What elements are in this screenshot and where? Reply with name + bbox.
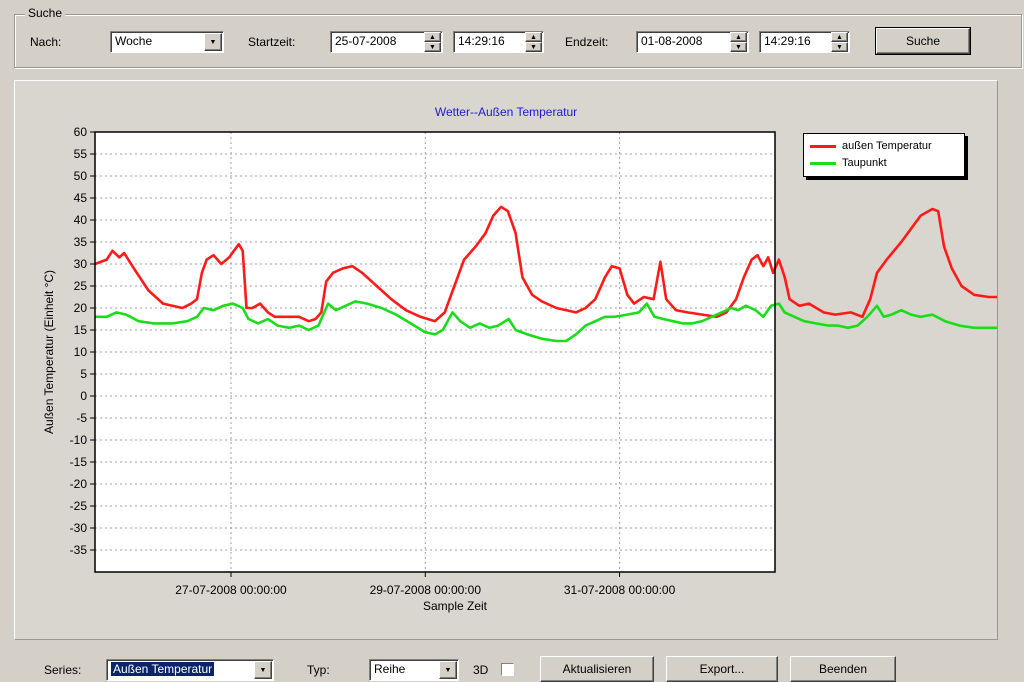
x-tick-label: 29-07-2008 00:00:00 bbox=[370, 583, 482, 597]
startzeit-label: Startzeit: bbox=[248, 35, 296, 49]
legend-swatch-green bbox=[810, 161, 836, 165]
chart-legend: außen Temperatur Taupunkt bbox=[803, 133, 965, 177]
y-tick-label: 10 bbox=[74, 345, 88, 359]
end-time-up-icon[interactable]: ▲ bbox=[831, 32, 848, 42]
3d-label: 3D bbox=[473, 663, 489, 677]
y-tick-label: -35 bbox=[70, 543, 88, 557]
y-tick-label: 60 bbox=[74, 125, 88, 139]
series-chevron-down-icon[interactable]: ▼ bbox=[254, 661, 272, 679]
y-tick-label: -20 bbox=[70, 477, 88, 491]
y-axis-label: Außen Temperatur (Einheit °C) bbox=[42, 270, 56, 434]
end-date-up-icon[interactable]: ▲ bbox=[730, 32, 747, 42]
legend-label-green: Taupunkt bbox=[842, 157, 887, 169]
nach-select-value: Woche bbox=[115, 34, 153, 48]
y-tick-label: 25 bbox=[74, 279, 88, 293]
series-label: Series: bbox=[44, 663, 82, 677]
y-tick-label: -15 bbox=[70, 455, 88, 469]
y-tick-label: 50 bbox=[74, 169, 88, 183]
export-button[interactable]: Export... bbox=[666, 656, 778, 682]
series-select[interactable]: Außen Temperatur bbox=[106, 659, 274, 681]
end-date-value: 01-08-2008 bbox=[641, 34, 703, 48]
series-select-value: Außen Temperatur bbox=[111, 662, 215, 676]
legend-item-green: Taupunkt bbox=[810, 156, 887, 170]
y-tick-label: -10 bbox=[70, 433, 88, 447]
y-tick-label: 20 bbox=[74, 301, 88, 315]
search-group-label: Suche bbox=[25, 6, 66, 20]
typ-select-value: Reihe bbox=[374, 662, 406, 676]
x-tick-label: 27-07-2008 00:00:00 bbox=[175, 583, 287, 597]
end-date-down-icon[interactable]: ▼ bbox=[730, 42, 747, 52]
y-tick-label: -5 bbox=[76, 411, 87, 425]
3d-checkbox[interactable] bbox=[501, 663, 514, 676]
y-tick-label: -30 bbox=[70, 521, 88, 535]
start-date-up-icon[interactable]: ▲ bbox=[424, 32, 441, 42]
search-button-label: Suche bbox=[905, 34, 941, 48]
x-axis-label: Sample Zeit bbox=[423, 599, 488, 613]
y-tick-label: 35 bbox=[74, 235, 88, 249]
quit-button-label: Beenden bbox=[818, 662, 868, 676]
start-time-up-icon[interactable]: ▲ bbox=[525, 32, 542, 42]
legend-swatch-red bbox=[810, 144, 836, 148]
endzeit-label: Endzeit: bbox=[565, 35, 609, 49]
y-tick-label: 45 bbox=[74, 191, 88, 205]
typ-label: Typ: bbox=[307, 663, 330, 677]
y-tick-label: 5 bbox=[80, 367, 87, 381]
typ-chevron-down-icon[interactable]: ▼ bbox=[439, 661, 457, 679]
start-date-value: 25-07-2008 bbox=[335, 34, 397, 48]
end-time-value: 14:29:16 bbox=[764, 34, 811, 48]
nach-label: Nach: bbox=[30, 35, 62, 49]
y-tick-label: 55 bbox=[74, 147, 88, 161]
y-tick-label: -25 bbox=[70, 499, 88, 513]
y-tick-label: 0 bbox=[80, 389, 87, 403]
legend-label-red: außen Temperatur bbox=[842, 140, 932, 152]
update-button[interactable]: Aktualisieren bbox=[540, 656, 654, 682]
update-button-label: Aktualisieren bbox=[562, 662, 632, 676]
legend-item-red: außen Temperatur bbox=[810, 139, 932, 153]
start-time-down-icon[interactable]: ▼ bbox=[525, 42, 542, 52]
x-tick-label: 31-07-2008 00:00:00 bbox=[564, 583, 676, 597]
export-button-label: Export... bbox=[699, 662, 745, 676]
y-tick-label: 15 bbox=[74, 323, 88, 337]
start-date-down-icon[interactable]: ▼ bbox=[424, 42, 441, 52]
quit-button[interactable]: Beenden bbox=[790, 656, 896, 682]
chart-panel: Wetter--Außen Temperatur 60 55 50 45 40 35 30 2… bbox=[14, 80, 998, 640]
start-time-value: 14:29:16 bbox=[458, 34, 505, 48]
y-tick-label: 40 bbox=[74, 213, 88, 227]
end-time-down-icon[interactable]: ▼ bbox=[831, 42, 848, 52]
chevron-down-icon[interactable]: ▼ bbox=[204, 33, 222, 51]
search-button[interactable]: Suche bbox=[875, 27, 971, 55]
y-tick-label: 30 bbox=[74, 257, 88, 271]
